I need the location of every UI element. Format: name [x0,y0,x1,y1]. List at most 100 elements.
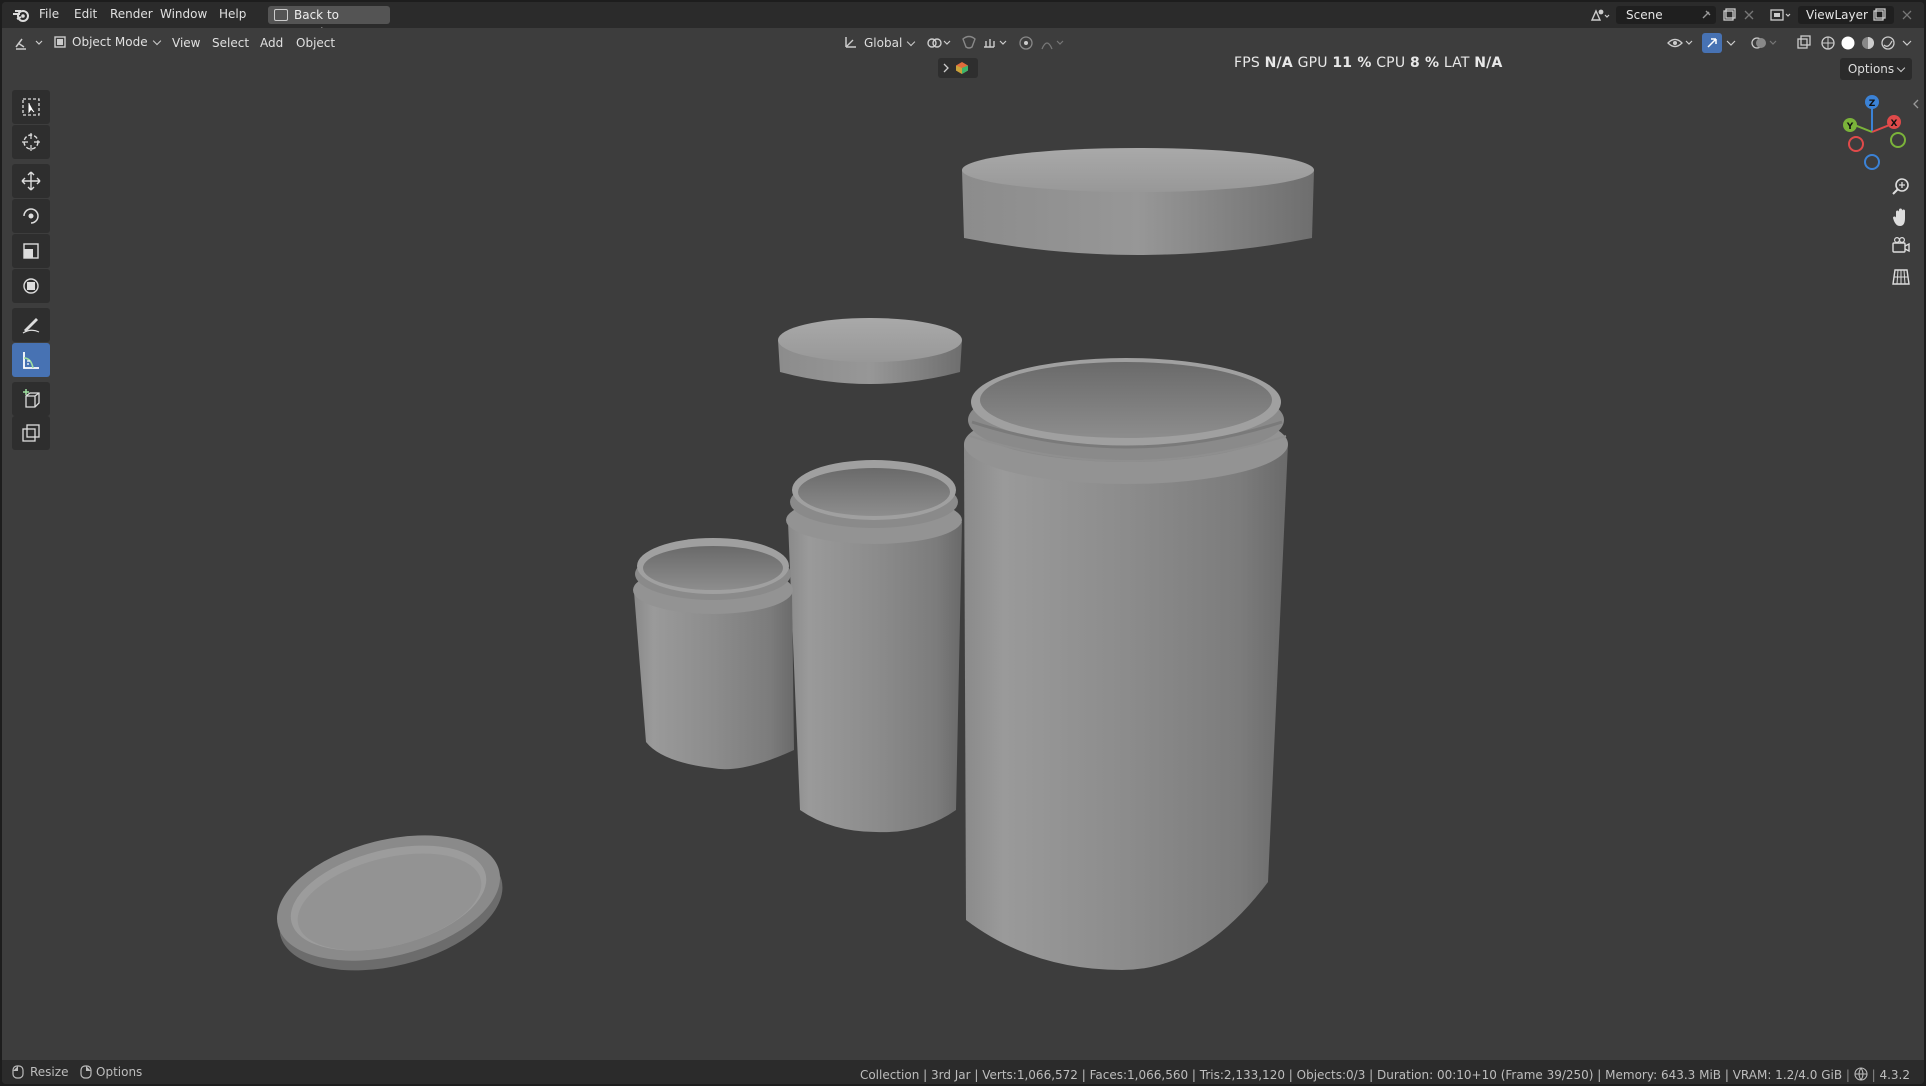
annotate-icon [22,318,40,334]
axis-x-label: X [1891,119,1898,129]
resize-hint: Resize [30,1065,69,1079]
add-cube-tool[interactable] [12,382,50,416]
menu-add[interactable]: Add [260,36,283,50]
scene-info-text: Collection | 3rd Jar | Verts:1,066,572 |… [859,1068,1843,1082]
transform-tool[interactable] [12,269,50,303]
axis-z-label: Z [1869,99,1876,109]
collection-expander[interactable] [938,58,978,78]
new-viewlayer-icon[interactable] [1872,8,1886,22]
blender-window: File Edit Render Window Help Back to Pre… [2,2,1924,1084]
collapse-sidebar-icon[interactable] [1912,98,1920,110]
proportional-edit-icon[interactable] [1018,35,1034,51]
menu-render[interactable]: Render [110,7,153,21]
performance-stats: FPS N/A GPU 11 % CPU 8 % LAT N/A [1234,55,1503,71]
move-tool[interactable] [12,164,50,198]
object-mode-icon [54,36,66,48]
viewport-3d[interactable] [2,28,1924,1060]
menu-select[interactable]: Select [212,36,249,50]
medium-lid[interactable] [778,318,962,384]
xray-icon[interactable] [1796,35,1812,51]
gizmo-icon [1707,38,1717,48]
material-shading-icon[interactable] [1860,35,1876,51]
menu-view[interactable]: View [172,36,200,50]
overlays-icon[interactable] [1750,35,1780,51]
rendered-shading-icon[interactable] [1880,35,1896,51]
falloff-icon[interactable] [1040,35,1066,51]
large-lid[interactable] [962,148,1314,255]
neg-x-icon[interactable] [1848,136,1864,152]
camera-view-button[interactable] [1888,234,1914,260]
close-viewlayer-icon[interactable] [1902,10,1912,20]
solid-shading-icon[interactable] [1840,35,1856,51]
measure-tool[interactable] [12,343,50,377]
viewlayer-name: ViewLayer [1806,8,1868,22]
visibility-icon[interactable] [1666,35,1696,51]
pivot-point-icon[interactable] [926,35,954,51]
snap-icon[interactable] [960,35,978,51]
menu-file[interactable]: File [39,7,59,21]
object-mode-dropdown[interactable]: Object Mode [50,33,162,53]
neg-z-icon[interactable] [1864,154,1880,170]
transform-orientation-dropdown[interactable]: Global [842,32,916,52]
version-text: 4.3.2 [1879,1068,1910,1082]
fps-value: N/A [1264,55,1293,71]
gpu-label: GPU [1297,55,1328,71]
medium-jar[interactable] [786,460,962,833]
top-menu-bar: File Edit Render Window Help Back to Pre… [2,2,1924,40]
pan-view-button[interactable] [1888,204,1914,230]
collection-color-icon [956,62,968,74]
navigation-gizmo[interactable]: Z X Y [1836,92,1908,172]
menu-edit[interactable]: Edit [74,7,97,21]
cursor-tool[interactable] [12,125,50,159]
large-jar[interactable] [964,358,1288,970]
wireframe-shading-icon[interactable] [1820,35,1836,51]
camera-icon [1892,236,1910,253]
object-mode-label: Object Mode [72,35,148,49]
chevron-down-icon[interactable] [1726,40,1736,48]
select-box-icon [22,98,40,116]
close-scene-icon[interactable] [1744,10,1754,20]
menu-help[interactable]: Help [219,7,246,21]
object-tool[interactable] [12,416,50,450]
snap-target-icon[interactable] [982,35,1010,51]
orientation-label: Global [864,36,903,50]
scene-name-field[interactable]: Scene [1616,6,1716,24]
lat-label: LAT [1443,55,1470,71]
back-to-previous-button[interactable]: Back to Previous [268,6,390,40]
floor-lid[interactable] [264,814,516,991]
chevron-right-icon [943,63,949,73]
viewlayer-name-field[interactable]: ViewLayer [1798,6,1894,24]
blender-logo-icon[interactable] [12,7,30,23]
chevron-down-icon[interactable] [1902,40,1912,48]
scene-icon[interactable] [1590,8,1610,22]
editor-type-icon[interactable] [14,35,44,51]
viewlayer-icon[interactable] [1770,8,1794,22]
fps-label: FPS [1234,55,1260,71]
viewport-header: Object Mode View Select Add Object Globa… [2,28,1924,71]
viewport-options-button[interactable]: Options [1840,58,1912,80]
neg-y-icon[interactable] [1890,132,1906,148]
transform-icon [23,278,39,294]
pin-icon[interactable] [1700,9,1712,21]
scene-statistics: Collection | 3rd Jar | Verts:1,066,572 |… [859,1067,1910,1082]
mouse-left-icon [12,1065,24,1079]
menu-window[interactable]: Window [160,7,207,21]
menu-object[interactable]: Object [296,36,335,50]
lat-value: N/A [1474,55,1503,71]
rotate-tool[interactable] [12,199,50,233]
add-cube-icon [23,389,40,408]
object-data-icon [22,424,40,442]
zoom-view-button[interactable] [1888,174,1914,200]
scene-name: Scene [1626,8,1663,22]
ortho-view-button[interactable] [1888,264,1914,290]
gizmo-toggle-button[interactable] [1702,33,1722,53]
new-scene-icon[interactable] [1722,8,1736,22]
hand-icon [1893,208,1905,226]
annotate-tool[interactable] [12,308,50,342]
move-icon [21,171,41,191]
scale-tool[interactable] [12,234,50,268]
small-jar[interactable] [633,538,794,770]
chevron-down-icon [152,36,162,46]
select-box-tool[interactable] [12,90,50,124]
chevron-down-icon [906,37,916,47]
